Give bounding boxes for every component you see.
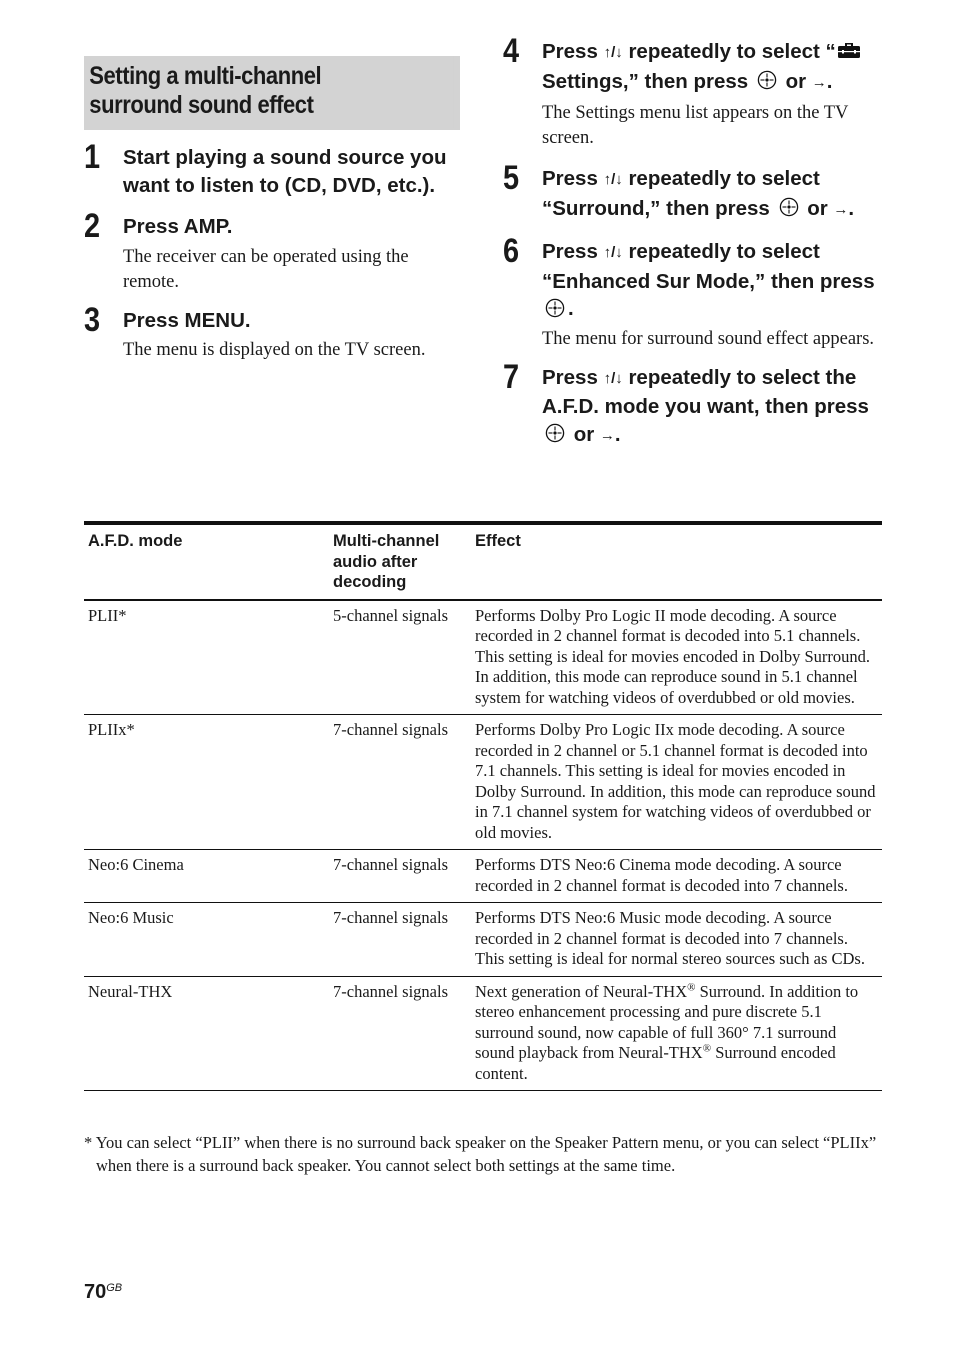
enter-button-icon bbox=[779, 197, 798, 217]
cell-effect: Performs DTS Neo:6 Music mode decoding. … bbox=[471, 902, 882, 977]
footnote: * You can select “PLII” when there is no… bbox=[84, 1133, 877, 1175]
step-7: 7 Press ↑/↓ repeatedly to select the A.F… bbox=[503, 360, 888, 451]
cell-channels: 7-channel signals bbox=[329, 976, 471, 1091]
table-header-row: A.F.D. mode Multi-channel audio after de… bbox=[84, 521, 882, 601]
table-row: Neural-THX 7-channel signals Next genera… bbox=[84, 976, 882, 1091]
cell-channels: 7-channel signals bbox=[329, 849, 471, 903]
cell-effect: Next generation of Neural-THX® Surround.… bbox=[471, 976, 882, 1091]
cell-mode: Neo:6 Cinema bbox=[84, 849, 329, 903]
right-arrow-icon: → bbox=[833, 200, 849, 218]
step-2: 2 Press AMP. The receiver can be operate… bbox=[84, 209, 460, 295]
step-heading: Press ↑/↓ repeatedly to select “Surround… bbox=[542, 167, 855, 220]
cell-channels: 7-channel signals bbox=[329, 714, 471, 850]
up-down-arrow-icon: ↑/↓ bbox=[603, 171, 623, 188]
cell-mode: PLII* bbox=[84, 599, 329, 715]
table-row: Neo:6 Cinema 7-channel signals Performs … bbox=[84, 849, 882, 903]
step-description: The Settings menu list appears on the TV… bbox=[542, 103, 849, 148]
right-arrow-icon: → bbox=[599, 426, 615, 444]
cell-channels: 5-channel signals bbox=[329, 599, 471, 715]
right-column: 4 Press ↑/↓ repeatedly to select “Settin… bbox=[503, 34, 888, 451]
cell-effect: Performs DTS Neo:6 Cinema mode decoding.… bbox=[471, 849, 882, 903]
up-down-arrow-icon: ↑/↓ bbox=[603, 244, 623, 261]
cell-effect: Performs Dolby Pro Logic II mode decodin… bbox=[471, 599, 882, 715]
cell-channels: 7-channel signals bbox=[329, 902, 471, 977]
cell-mode: PLIIx* bbox=[84, 714, 329, 850]
step-number: 6 bbox=[503, 232, 520, 270]
header-afd-mode: A.F.D. mode bbox=[84, 521, 329, 601]
step-description: The receiver can be operated using the r… bbox=[123, 246, 409, 292]
header-multichannel-audio: Multi-channel audio after decoding bbox=[329, 521, 471, 601]
step-description: The menu is displayed on the TV screen. bbox=[123, 340, 426, 360]
step-heading: Press ↑/↓ repeatedly to select “Enhanced… bbox=[542, 240, 875, 320]
step-number: 1 bbox=[84, 138, 101, 176]
step-6: 6 Press ↑/↓ repeatedly to select “Enhanc… bbox=[503, 234, 888, 352]
registered-mark: ® bbox=[702, 1042, 712, 1055]
enter-button-icon bbox=[545, 298, 565, 317]
step-3: 3 Press MENU. The menu is displayed on t… bbox=[84, 303, 460, 364]
cell-mode: Neo:6 Music bbox=[84, 902, 329, 977]
step-number: 5 bbox=[503, 159, 520, 197]
step-description: The menu for surround sound effect appea… bbox=[542, 328, 875, 349]
step-5: 5 Press ↑/↓ repeatedly to select “Surrou… bbox=[503, 161, 888, 224]
step-4: 4 Press ↑/↓ repeatedly to select “Settin… bbox=[503, 34, 888, 151]
page-number: 70GB bbox=[84, 1281, 123, 1303]
up-down-arrow-icon: ↑/↓ bbox=[603, 44, 623, 61]
toolbox-settings-icon bbox=[837, 42, 860, 58]
right-arrow-icon: → bbox=[811, 73, 827, 91]
step-number: 2 bbox=[84, 207, 101, 245]
step-heading: Press ↑/↓ repeatedly to select the A.F.D… bbox=[542, 365, 869, 446]
up-down-arrow-icon: ↑/↓ bbox=[603, 369, 623, 387]
table-row: PLIIx* 7-channel signals Performs Dolby … bbox=[84, 714, 882, 850]
section-heading-box: Setting a multi-channel surround sound e… bbox=[84, 56, 460, 130]
step-heading: Press ↑/↓ repeatedly to select “Settings… bbox=[542, 38, 888, 97]
cell-effect: Performs Dolby Pro Logic IIx mode decodi… bbox=[471, 714, 882, 850]
step-number: 4 bbox=[503, 32, 520, 70]
step-heading: Press AMP. bbox=[123, 215, 233, 238]
region-code: GB bbox=[106, 1282, 123, 1294]
table-row: Neo:6 Music 7-channel signals Performs D… bbox=[84, 902, 882, 977]
enter-button-icon bbox=[757, 70, 777, 90]
enter-button-icon bbox=[545, 423, 565, 443]
header-effect: Effect bbox=[471, 521, 882, 601]
step-1: 1 Start playing a sound source you want … bbox=[84, 140, 460, 199]
table-row: PLII* 5-channel signals Performs Dolby P… bbox=[84, 599, 882, 715]
step-heading: Press MENU. bbox=[123, 308, 251, 332]
cell-mode: Neural-THX bbox=[84, 976, 329, 1091]
section-title: Setting a multi-channel surround sound e… bbox=[84, 56, 454, 128]
step-number: 3 bbox=[84, 300, 101, 339]
step-number: 7 bbox=[503, 357, 520, 396]
left-column: Setting a multi-channel surround sound e… bbox=[84, 56, 460, 363]
afd-mode-table: A.F.D. mode Multi-channel audio after de… bbox=[84, 521, 882, 1091]
step-heading: Start playing a sound source you want to… bbox=[123, 146, 447, 197]
